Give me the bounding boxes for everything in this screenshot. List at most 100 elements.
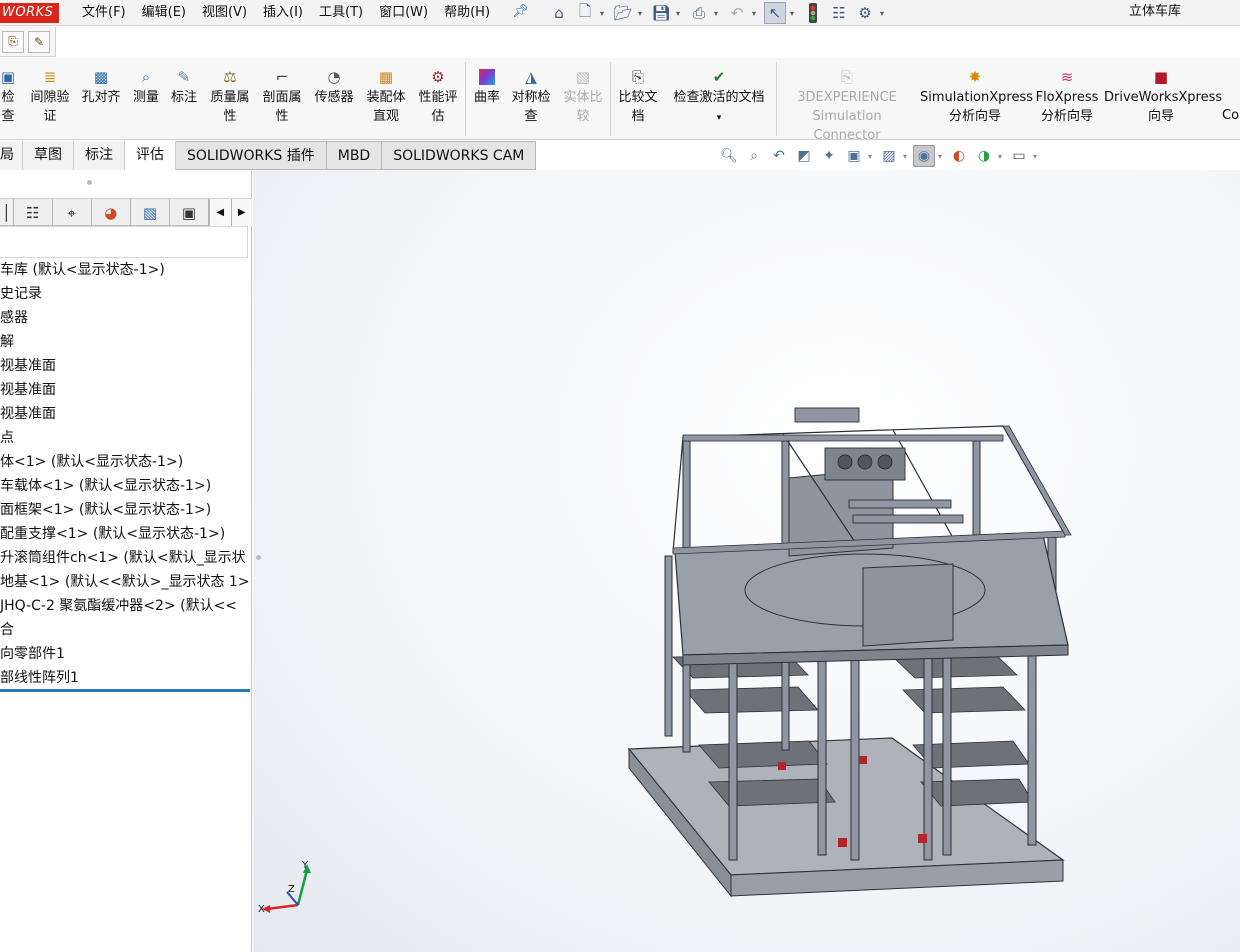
tree-item[interactable]: 地基<1> (默认<<默认>_显示状态 1> [0,570,252,594]
scroll-left-icon[interactable]: ◀ [209,199,231,226]
ribbon-floxpress-button[interactable]: ≋ FloXpress 分析向导 [1034,68,1100,126]
new-document-icon[interactable]: 🗋︎ [574,2,596,24]
menu-window[interactable]: 窗口(W) [371,0,436,26]
chevron-down-icon[interactable]: ▾ [998,152,1005,161]
tab-solidworks-cam[interactable]: SOLIDWORKS CAM [382,141,537,170]
ribbon-section-properties-button[interactable]: ⌐ 剖面属 性 [259,68,305,126]
tab-solidworks-addins[interactable]: SOLIDWORKS 插件 [176,141,327,170]
tab-sketch[interactable]: 草图 [23,141,74,170]
tree-item[interactable]: 向零部件1 [0,642,252,666]
graphics-area[interactable]: Y X Z [253,170,1240,952]
menu-help[interactable]: 帮助(H) [436,0,498,26]
ribbon-markup-button[interactable]: ✎ 标注 [168,68,200,107]
zoom-to-area-icon[interactable]: ⌕ [743,145,765,167]
tree-item[interactable]: 点 [0,426,252,450]
ribbon-3dexperience-button[interactable]: ⎘ 3DEXPERIENCE Simulation Connector [779,68,915,145]
home-icon[interactable]: ⌂ [548,2,570,24]
chevron-down-icon[interactable]: ▾ [1033,152,1040,161]
chevron-down-icon[interactable]: ▾ [676,9,684,18]
ribbon-simulationxpress-button[interactable]: ✸ SimulationXpress 分析向导 [920,68,1033,126]
tree-item[interactable]: JHQ-C-2 聚氨酯缓冲器<2> (默认<< [0,594,252,618]
edit-document-icon[interactable]: ✎ [28,30,50,53]
menu-edit[interactable]: 编辑(E) [134,0,194,26]
chevron-down-icon[interactable]: ▾ [638,9,646,18]
view-orientation-icon[interactable]: ▣ [843,145,865,167]
options-gear-icon[interactable]: ⚙ [854,2,876,24]
tree-item[interactable]: 解 [0,330,252,354]
tree-item[interactable]: 车库 (默认<显示状态-1>) [0,258,252,282]
ribbon-curvature-button[interactable]: 曲率 [470,68,504,107]
panel-resize-grip[interactable] [256,555,261,560]
chevron-down-icon[interactable]: ▾ [717,113,722,123]
chevron-down-icon[interactable]: ▾ [752,9,760,18]
pin-menu-icon[interactable]: 📌︎ [512,4,529,19]
view-settings-monitor-icon[interactable]: ▭ [1008,145,1030,167]
ribbon-driveworksxpress-button[interactable]: ■ DriveWorksXpress 向导 [1104,68,1222,126]
panel-grip[interactable] [87,180,92,185]
ribbon-performance-evaluation-button[interactable]: ⚙ 性能评 估 [415,68,461,126]
undo-icon[interactable]: ↶ [726,2,748,24]
chevron-down-icon[interactable]: ▾ [790,9,798,18]
chevron-down-icon[interactable]: ▾ [868,152,875,161]
tree-item[interactable]: 视基准面 [0,402,252,426]
chevron-down-icon[interactable]: ▾ [880,9,888,18]
menu-tools[interactable]: 工具(T) [311,0,371,26]
print-icon[interactable]: ⎙ [688,2,710,24]
file-properties-icon[interactable]: ☷ [828,2,850,24]
ribbon-check-active-document-button[interactable]: ✔ 检查激活的文档 ▾ [668,68,770,128]
tab-mbd[interactable]: MBD [326,141,383,170]
ribbon-compare-bodies-button[interactable]: ▧ 实体比 较 [560,68,606,126]
cam-manager-tab-icon[interactable]: ▣ [170,199,209,226]
save-icon[interactable]: 💾︎ [650,2,672,24]
tab-evaluate[interactable]: 评估 [125,141,176,170]
tree-item[interactable]: 体<1> (默认<显示状态-1>) [0,450,252,474]
chevron-down-icon[interactable]: ▾ [903,152,910,161]
tree-item[interactable]: 车载体<1> (默认<显示状态-1>) [0,474,252,498]
dimxpert-manager-tab-icon[interactable]: ◕ [92,199,131,226]
menu-file[interactable]: 文件(F) [74,0,134,26]
scroll-right-icon[interactable]: ▶ [230,199,252,226]
edit-appearance-icon[interactable]: ◐ [948,145,970,167]
rebuild-traffic-light-icon[interactable] [802,2,824,24]
tree-item[interactable]: 配重支撑<1> (默认<显示状态-1>) [0,522,252,546]
tree-item[interactable]: 部线性阵列1 [0,666,252,690]
select-cursor-icon[interactable]: ↖ [764,2,786,24]
menu-view[interactable]: 视图(V) [194,0,255,26]
document-icon[interactable]: ⎘ [2,30,24,53]
chevron-down-icon[interactable]: ▾ [938,152,945,161]
section-view-icon[interactable]: ◩ [793,145,815,167]
tab-markup[interactable]: 标注 [74,141,125,170]
ribbon-sensor-button[interactable]: ◔ 传感器 [311,68,357,107]
tree-item[interactable]: 史记录 [0,282,252,306]
property-manager-tab-icon[interactable]: ☷ [14,199,53,226]
menu-insert[interactable]: 插入(I) [255,0,311,26]
tree-item[interactable]: 升滚筒组件ch<1> (默认<默认_显示状 [0,546,252,570]
ribbon-assembly-visualization-button[interactable]: ▦ 装配体 直观 [363,68,409,126]
display-manager-tab-icon[interactable]: ▧ [131,199,170,226]
ribbon-symmetry-check-button[interactable]: ◮ 对称检 查 [508,68,554,126]
ribbon-compare-documents-button[interactable]: ⎘ 比较文 档 [615,68,661,126]
ribbon-mass-properties-button[interactable]: ⚖ 质量属 性 [207,68,253,126]
tree-item[interactable]: 感器 [0,306,252,330]
feature-tree-filter[interactable] [0,226,248,258]
feature-manager-tab-icon[interactable]: │ [0,199,14,226]
ribbon-measure-button[interactable]: ⌕ 测量 [130,68,162,107]
rollback-bar[interactable] [0,689,250,692]
hide-show-items-icon[interactable]: ◉ [913,145,935,167]
tree-item[interactable]: 视基准面 [0,354,252,378]
ribbon-hole-alignment-button[interactable]: ▩ 孔对齐 [78,68,124,107]
tree-item[interactable]: 合 [0,618,252,642]
ribbon-interference-check-button[interactable]: ▣ 检 查 [0,68,20,126]
open-folder-icon[interactable]: 📂︎ [612,2,634,24]
tree-item[interactable]: 面框架<1> (默认<显示状态-1>) [0,498,252,522]
chevron-down-icon[interactable]: ▾ [600,9,608,18]
tree-item[interactable]: 视基准面 [0,378,252,402]
configuration-manager-tab-icon[interactable]: ⌖ [53,199,92,226]
apply-scene-icon[interactable]: ◑ [973,145,995,167]
tab-layout[interactable]: 局 [0,141,23,170]
previous-view-icon[interactable]: ↶ [768,145,790,167]
ribbon-costing-button[interactable]: Co [1222,106,1240,125]
ribbon-clearance-verification-button[interactable]: ≣ 间隙验 证 [28,68,72,126]
zoom-to-fit-icon[interactable]: 🔍︎ [718,145,740,167]
display-style-icon[interactable]: ▨ [878,145,900,167]
